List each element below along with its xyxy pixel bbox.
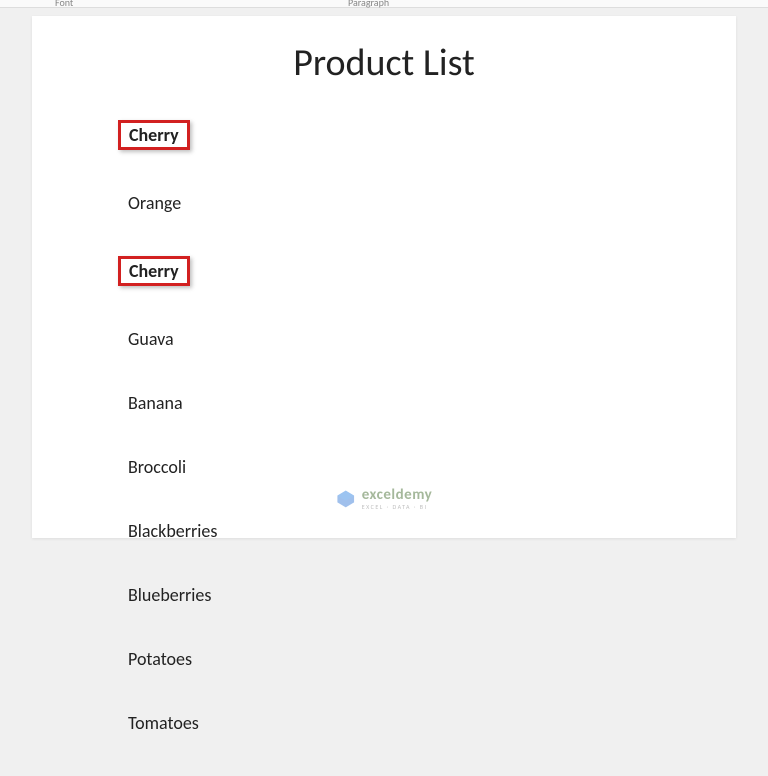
list-item[interactable]: Blackberries	[124, 520, 221, 542]
list-item[interactable]: Potatoes	[124, 648, 196, 670]
list-item[interactable]: Tomatoes	[124, 712, 203, 734]
document-page[interactable]: Product List Cherry Orange Cherry Guava …	[32, 16, 736, 538]
list-item[interactable]: Guava	[124, 328, 178, 350]
ribbon-group-label-paragraph: Paragraph	[348, 0, 389, 9]
watermark-text: exceldemy EXCEL · DATA · BI	[362, 488, 433, 510]
watermark-tagline: EXCEL · DATA · BI	[362, 504, 433, 510]
list-item[interactable]: Broccoli	[124, 456, 190, 478]
watermark-brand: exceldemy	[362, 488, 433, 503]
ribbon-edge: Font Paragraph	[0, 0, 768, 8]
list-item[interactable]: Cherry	[118, 256, 190, 286]
list-item[interactable]: Orange	[124, 192, 185, 214]
product-list: Cherry Orange Cherry Guava Banana Brocco…	[124, 120, 221, 776]
logo-icon	[336, 489, 356, 509]
list-item[interactable]: Cherry	[118, 120, 190, 150]
list-item[interactable]: Banana	[124, 392, 187, 414]
watermark: exceldemy EXCEL · DATA · BI	[336, 488, 433, 510]
list-item[interactable]: Blueberries	[124, 584, 215, 606]
page-title: Product List	[32, 40, 736, 86]
ribbon-group-label-font: Font	[55, 0, 73, 9]
